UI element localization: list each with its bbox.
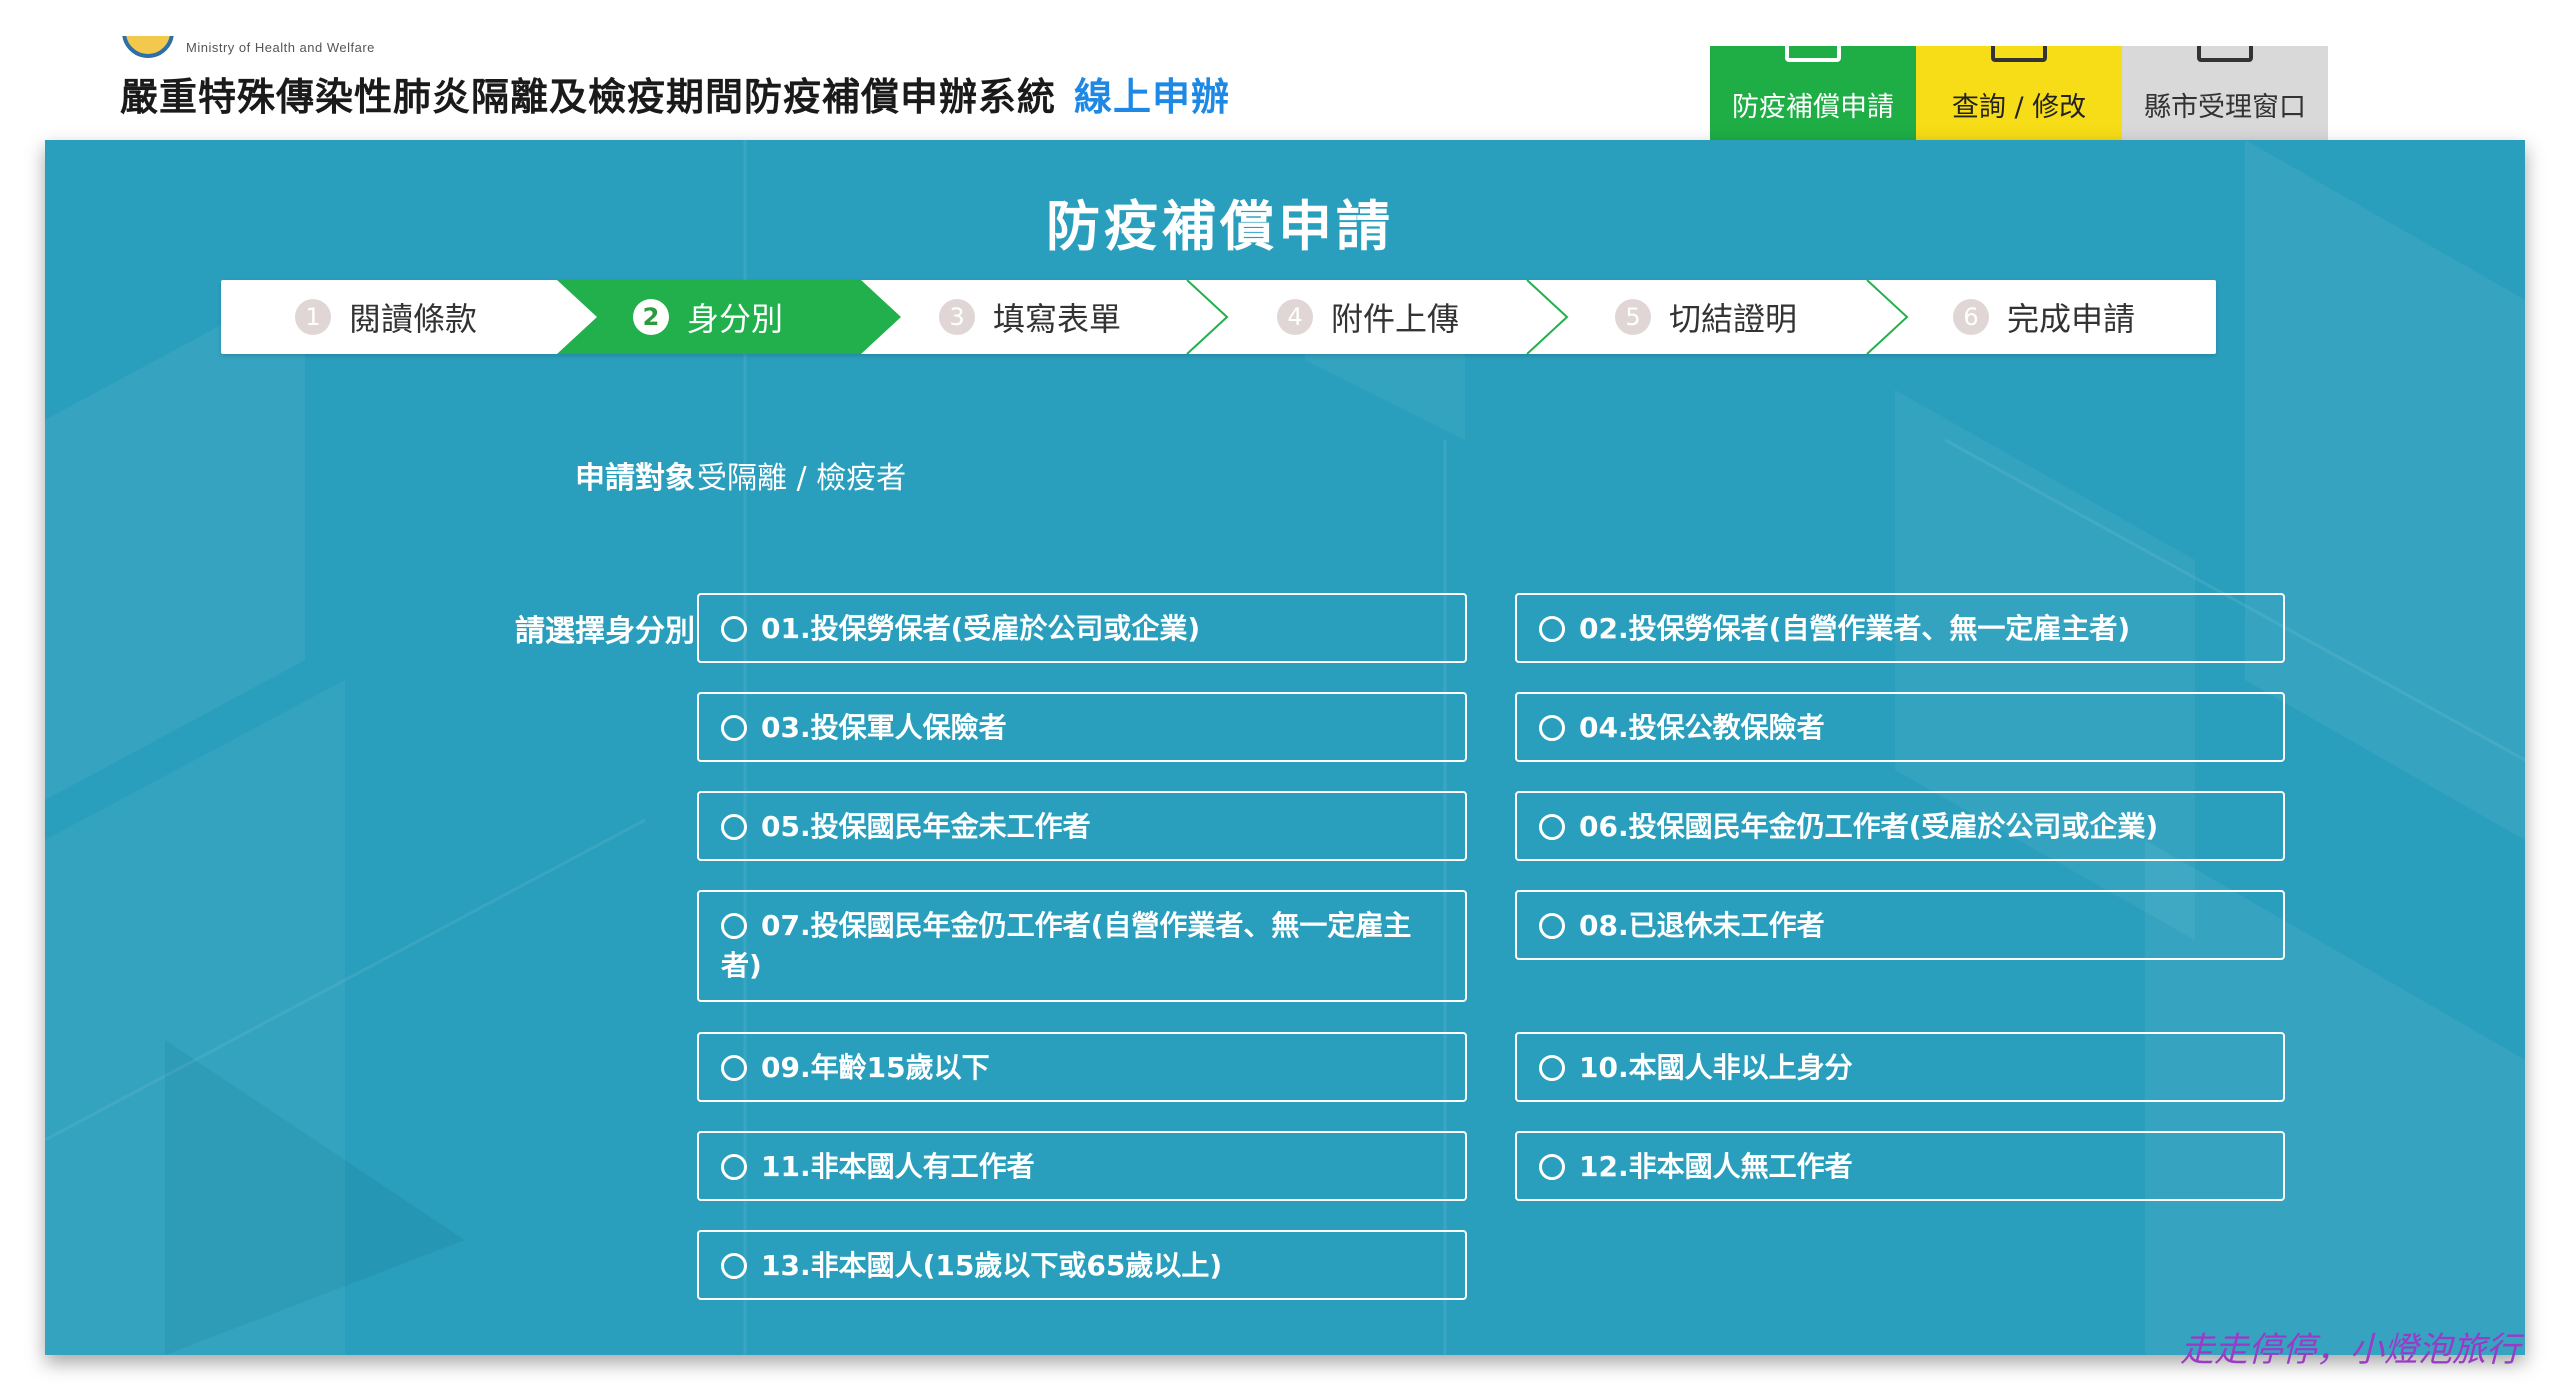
radio-button-icon[interactable] (1539, 715, 1565, 741)
radio-button-icon[interactable] (721, 715, 747, 741)
step-3-number: 3 (939, 299, 975, 335)
radio-button-icon[interactable] (721, 616, 747, 642)
step-3-label: 填寫表單 (993, 300, 1122, 338)
radio-button-icon[interactable] (1539, 814, 1565, 840)
document-search-icon (1991, 46, 2047, 62)
nav-tab-query-label: 查詢 / 修改 (1951, 92, 2087, 123)
step-6: 6 完成申請 (1953, 280, 2135, 354)
radio-button-icon[interactable] (721, 814, 747, 840)
ministry-english-name: Ministry of Health and Welfare (186, 40, 375, 55)
nav-tab-query[interactable]: 查詢 / 修改 (1916, 46, 2122, 140)
identity-option-01[interactable]: 01.投保勞保者(受雇於公司或企業) (697, 593, 1467, 663)
nav-tab-apply-label: 防疫補償申請 (1732, 92, 1894, 123)
site-title-highlight: 線上申辦 (1074, 75, 1231, 119)
identity-option-11[interactable]: 11.非本國人有工作者 (697, 1131, 1467, 1201)
step-2: 2 身分別 (633, 280, 783, 354)
identity-option-09[interactable]: 09.年齡15歲以下 (697, 1032, 1467, 1102)
identity-option-06[interactable]: 06.投保國民年金仍工作者(受雇於公司或企業) (1515, 791, 2285, 861)
step-5: 5 切結證明 (1615, 280, 1797, 354)
identity-option-13[interactable]: 13.非本國人(15歲以下或65歲以上) (697, 1230, 1467, 1300)
identity-option-04[interactable]: 04.投保公教保險者 (1515, 692, 2285, 762)
radio-button-icon[interactable] (721, 1253, 747, 1279)
identity-option-09-label: 09.年齡15歲以下 (761, 1051, 990, 1084)
identity-option-10[interactable]: 10.本國人非以上身分 (1515, 1032, 2285, 1102)
nav-tab-apply[interactable]: 防疫補償申請 (1710, 46, 1916, 140)
radio-button-icon[interactable] (1539, 913, 1565, 939)
step-6-number: 6 (1953, 299, 1989, 335)
identity-option-02[interactable]: 02.投保勞保者(自營作業者、無一定雇主者) (1515, 593, 2285, 663)
identity-option-12-label: 12.非本國人無工作者 (1579, 1150, 1853, 1183)
step-4: 4 附件上傳 (1277, 280, 1459, 354)
identity-option-13-label: 13.非本國人(15歲以下或65歲以上) (761, 1249, 1223, 1282)
identity-option-10-label: 10.本國人非以上身分 (1579, 1051, 1853, 1084)
progress-stepper: 1 閱讀條款 2 身分別 3 填寫表單 4 附件上傳 5 切結證明 6 完成申請 (221, 280, 2216, 354)
identity-option-06-label: 06.投保國民年金仍工作者(受雇於公司或企業) (1579, 810, 2159, 843)
main-panel: 防疫補償申請 1 閱讀條款 2 身分別 3 填寫表單 4 附件上傳 5 切結證明 (45, 140, 2525, 1355)
radio-button-icon[interactable] (1539, 616, 1565, 642)
identity-option-12[interactable]: 12.非本國人無工作者 (1515, 1131, 2285, 1201)
identity-option-03[interactable]: 03.投保軍人保險者 (697, 692, 1467, 762)
site-title-text: 嚴重特殊傳染性肺炎隔離及檢疫期間防疫補償申辦系統 (120, 75, 1057, 119)
step-5-number: 5 (1615, 299, 1651, 335)
radio-button-icon[interactable] (1539, 1055, 1565, 1081)
radio-button-icon[interactable] (721, 1154, 747, 1180)
identity-option-01-label: 01.投保勞保者(受雇於公司或企業) (761, 612, 1201, 645)
target-value: 受隔離 / 檢疫者 (697, 461, 907, 496)
target-label: 申請對象 (575, 461, 695, 496)
page-heading: 防疫補償申請 (1046, 195, 1394, 258)
identity-option-07-label: 07.投保國民年金仍工作者(自營作業者、無一定雇主者) (721, 909, 1412, 982)
step-1-number: 1 (295, 299, 331, 335)
step-1-label: 閱讀條款 (349, 300, 478, 338)
identity-option-08[interactable]: 08.已退休未工作者 (1515, 890, 2285, 960)
radio-button-icon[interactable] (721, 913, 747, 939)
identity-option-04-label: 04.投保公教保險者 (1579, 711, 1825, 744)
site-title: 嚴重特殊傳染性肺炎隔離及檢疫期間防疫補償申辦系統 線上申辦 (120, 66, 1230, 121)
radio-button-icon[interactable] (1539, 1154, 1565, 1180)
identity-option-11-label: 11.非本國人有工作者 (761, 1150, 1035, 1183)
radio-button-icon[interactable] (721, 1055, 747, 1081)
step-1: 1 閱讀條款 (295, 280, 477, 354)
top-nav: 防疫補償申請 查詢 / 修改 縣市受理窗口 (1710, 46, 2328, 140)
identity-option-05-label: 05.投保國民年金未工作者 (761, 810, 1091, 843)
step-5-label: 切結證明 (1669, 300, 1798, 338)
site-header: Ministry of Health and Welfare 嚴重特殊傳染性肺炎… (0, 0, 2560, 140)
identity-option-07[interactable]: 07.投保國民年金仍工作者(自營作業者、無一定雇主者) (697, 890, 1467, 1002)
identity-option-03-label: 03.投保軍人保險者 (761, 711, 1007, 744)
identity-option-08-label: 08.已退休未工作者 (1579, 909, 1825, 942)
step-6-label: 完成申請 (2007, 300, 2136, 338)
counter-icon (2197, 46, 2253, 62)
computer-icon (1785, 46, 1841, 62)
step-2-number: 2 (633, 299, 669, 335)
blog-watermark: 走走停停，小燈泡旅行 (2180, 1330, 2520, 1370)
identity-label: 請選擇身分別 (515, 614, 695, 649)
nav-tab-offices[interactable]: 縣市受理窗口 (2122, 46, 2328, 140)
step-3: 3 填寫表單 (939, 280, 1121, 354)
identity-option-02-label: 02.投保勞保者(自營作業者、無一定雇主者) (1579, 612, 2131, 645)
step-2-label: 身分別 (687, 300, 784, 338)
step-4-number: 4 (1277, 299, 1313, 335)
ministry-logo (120, 36, 180, 58)
nav-tab-offices-label: 縣市受理窗口 (2144, 92, 2306, 123)
step-4-label: 附件上傳 (1331, 300, 1460, 338)
identity-option-05[interactable]: 05.投保國民年金未工作者 (697, 791, 1467, 861)
stepper-shapes (557, 280, 1909, 354)
